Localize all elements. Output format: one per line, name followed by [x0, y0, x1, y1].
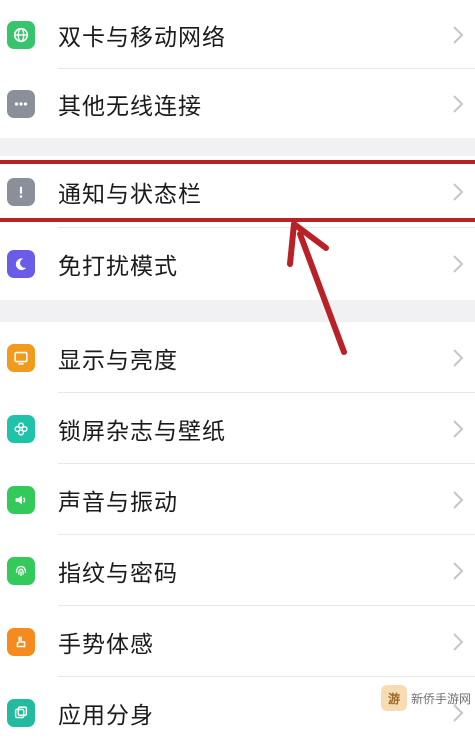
chevron-right-icon	[451, 560, 465, 582]
settings-item-label: 免打扰模式	[58, 254, 178, 280]
settings-item-notifications[interactable]: 通知与状态栏	[0, 156, 475, 228]
settings-group-network: 双卡与移动网络 其他无线连接	[0, 0, 475, 138]
settings-item-lockscreen[interactable]: 锁屏杂志与壁纸	[0, 393, 475, 464]
globe-icon	[7, 20, 35, 49]
settings-item-label: 双卡与移动网络	[58, 24, 226, 51]
chevron-right-icon	[451, 93, 465, 115]
settings-item-sound[interactable]: 声音与振动	[0, 464, 475, 535]
section-gap	[0, 300, 475, 322]
settings-group-notifications: 通知与状态栏 免打扰模式	[0, 156, 475, 300]
chevron-right-icon	[451, 181, 465, 203]
settings-item-label: 锁屏杂志与壁纸	[58, 418, 226, 445]
settings-item-label: 其他无线连接	[58, 93, 202, 120]
monitor-icon	[7, 343, 35, 372]
watermark-logo: 游	[380, 685, 407, 711]
exclamation-icon	[7, 178, 35, 206]
watermark-text: 新侨手游网	[410, 691, 471, 706]
settings-item-do-not-disturb[interactable]: 免打扰模式	[0, 228, 475, 300]
chevron-right-icon	[451, 489, 465, 511]
settings-item-label: 声音与振动	[58, 489, 178, 516]
chevron-right-icon	[451, 253, 465, 275]
section-gap	[0, 138, 475, 156]
chevron-right-icon	[451, 631, 465, 653]
chevron-right-icon	[451, 24, 465, 46]
chevron-right-icon	[451, 418, 465, 440]
settings-item-fingerprint[interactable]: 指纹与密码	[0, 535, 475, 606]
settings-item-label: 显示与亮度	[58, 347, 178, 374]
settings-item-label: 手势体感	[58, 631, 154, 658]
flower-icon	[7, 414, 35, 443]
settings-item-dual-sim[interactable]: 双卡与移动网络	[0, 0, 475, 69]
hand-icon	[7, 627, 35, 656]
settings-item-label: 通知与状态栏	[58, 182, 202, 208]
settings-item-label: 指纹与密码	[58, 560, 178, 587]
moon-icon	[7, 250, 35, 278]
settings-item-display[interactable]: 显示与亮度	[0, 322, 475, 393]
watermark: 游 新侨手游网	[380, 685, 471, 711]
settings-item-gestures[interactable]: 手势体感	[0, 606, 475, 677]
fingerprint-icon	[7, 556, 35, 585]
settings-list: 双卡与移动网络 其他无线连接 通知与状态栏 免打扰模式 显示与亮度 锁屏杂志与壁…	[0, 0, 475, 748]
speaker-icon	[7, 485, 35, 514]
settings-item-other-wireless[interactable]: 其他无线连接	[0, 69, 475, 138]
chevron-right-icon	[451, 347, 465, 369]
more-dots-icon	[7, 89, 35, 118]
